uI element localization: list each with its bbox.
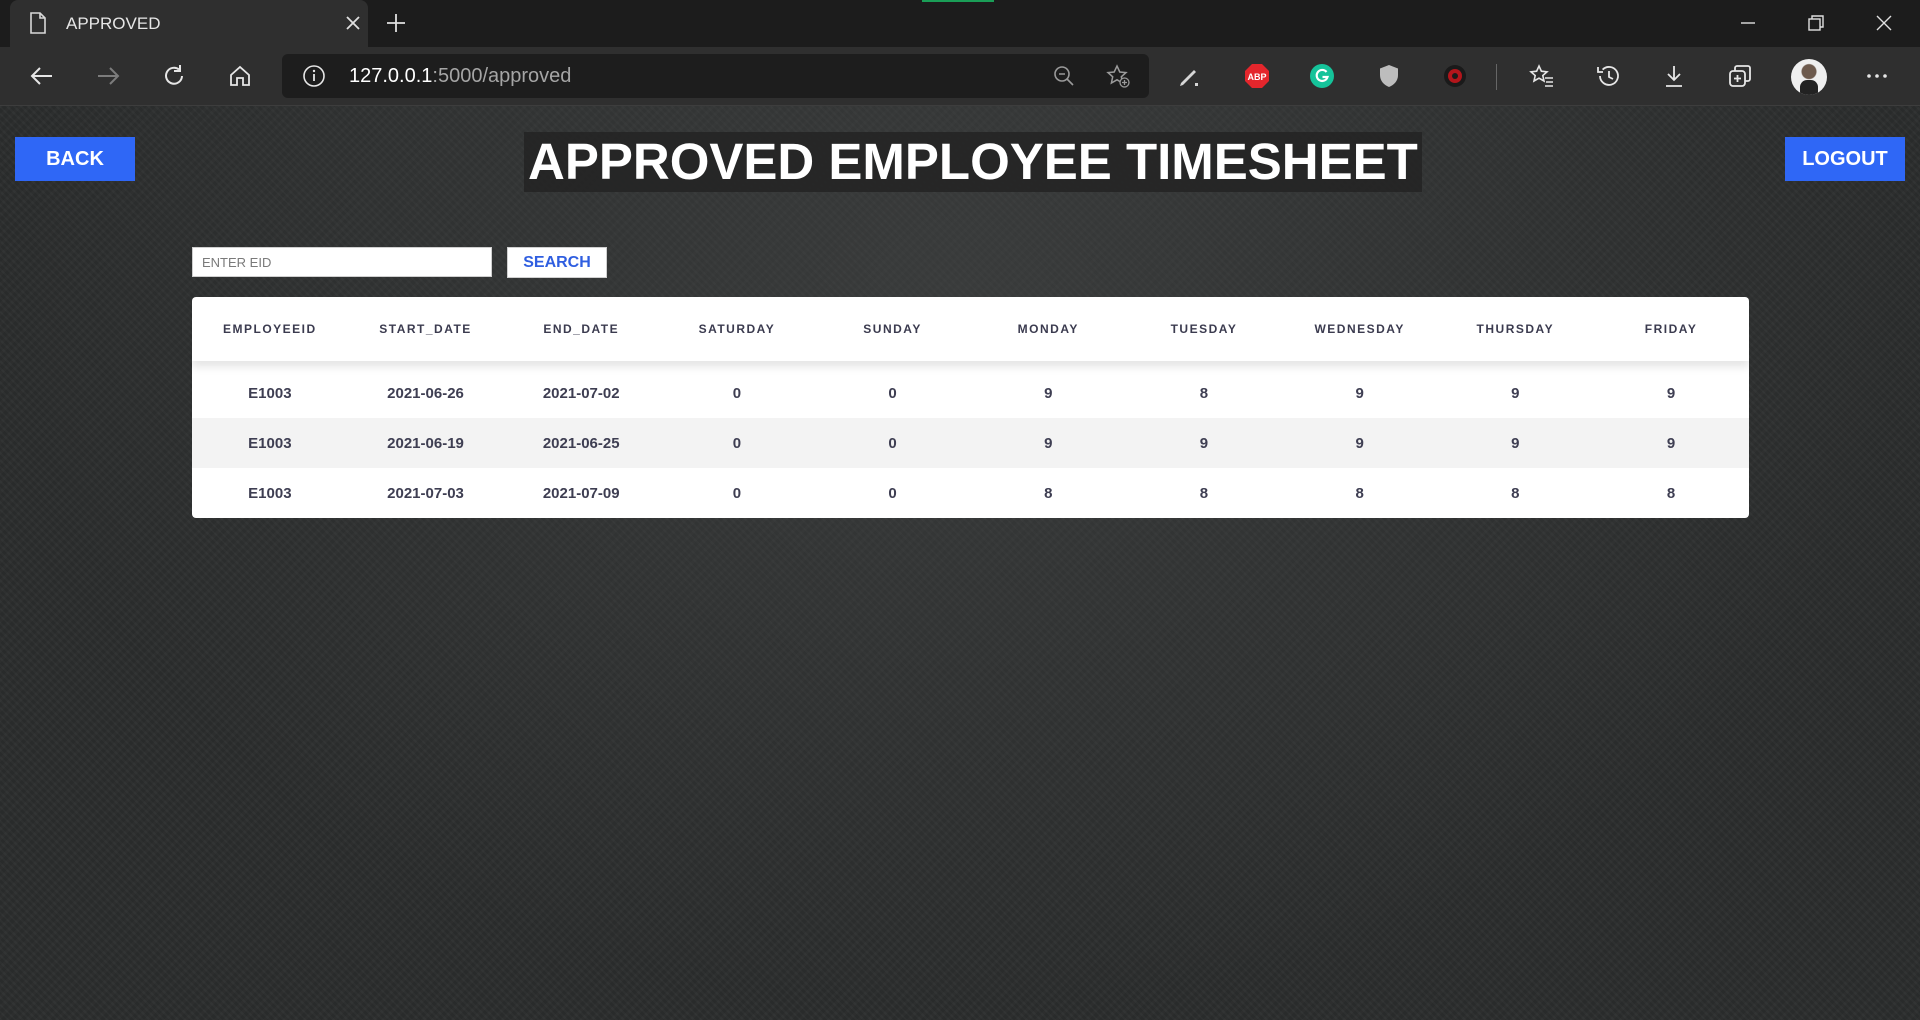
table-cell: 9 [1199, 434, 1209, 452]
table-cell: 9 [1355, 434, 1364, 452]
browser-toolbar: 127.0.0.1:5000/approved ABP [0, 47, 1920, 106]
close-tab-icon[interactable] [343, 13, 363, 33]
site-info-icon[interactable] [302, 64, 326, 88]
table-row: E1003 2021-07-03 2021-07-09 0 0 8 8 8 8 … [192, 468, 1749, 518]
toolbar-separator [1496, 64, 1497, 90]
table-cell: 9 [1044, 434, 1053, 452]
column-header: WEDNESDAY [1314, 322, 1405, 336]
restore-icon[interactable] [1804, 11, 1828, 35]
column-header: START_DATE [379, 322, 472, 336]
abp-icon[interactable]: ABP [1243, 62, 1271, 90]
table-cell: 0 [732, 384, 742, 402]
column-header: EMPLOYEEID [223, 322, 317, 336]
column-header: FRIDAY [1644, 322, 1698, 336]
tab-title: APPROVED [66, 14, 161, 33]
eid-search-input[interactable] [192, 247, 492, 277]
collections-icon[interactable] [1726, 62, 1754, 90]
table-cell: 8 [1355, 484, 1364, 502]
url-text: 127.0.0.1:5000/approved [349, 65, 572, 87]
table-cell: 8 [1666, 484, 1676, 502]
column-header: TUESDAY [1170, 322, 1238, 336]
table-cell: 8 [1044, 484, 1053, 502]
record-icon[interactable] [1441, 62, 1469, 90]
address-bar[interactable]: 127.0.0.1:5000/approved [282, 54, 1149, 98]
home-icon[interactable] [226, 62, 254, 90]
table-cell: 8 [1199, 384, 1209, 402]
favorites-icon[interactable] [1528, 62, 1556, 90]
column-header: SUNDAY [863, 322, 922, 336]
zoom-out-icon[interactable] [1052, 64, 1076, 88]
profile-avatar[interactable] [1791, 59, 1827, 95]
grammarly-icon[interactable] [1308, 62, 1336, 90]
pen-icon[interactable] [1175, 62, 1203, 90]
more-menu-icon[interactable] [1863, 62, 1891, 90]
table-cell: 8 [1511, 484, 1520, 502]
page-title: APPROVED EMPLOYEE TIMESHEET [524, 132, 1422, 192]
table-cell: 0 [732, 484, 742, 502]
search-button[interactable]: SEARCH [507, 247, 607, 278]
table-cell: E1003 [248, 384, 292, 402]
download-icon[interactable] [1660, 62, 1688, 90]
add-favorite-icon[interactable] [1105, 63, 1131, 89]
table-cell: 9 [1511, 434, 1520, 452]
table-cell: 2021-07-02 [542, 384, 620, 402]
refresh-icon[interactable] [160, 62, 188, 90]
table-cell: 9 [1511, 384, 1520, 402]
back-arrow-icon[interactable] [28, 62, 56, 90]
table-header-row: EMPLOYEEID START_DATE END_DATE SATURDAY … [192, 297, 1749, 361]
column-header: MONDAY [1017, 322, 1079, 336]
tab-strip-indicator [922, 0, 994, 2]
shield-icon[interactable] [1375, 62, 1403, 90]
table-cell: 9 [1666, 434, 1676, 452]
table-cell: 0 [888, 484, 897, 502]
browser-tab-strip: APPROVED [0, 0, 1920, 47]
table-row: E1003 2021-06-19 2021-06-25 0 0 9 9 9 9 … [192, 418, 1749, 468]
forward-arrow-icon[interactable] [94, 62, 122, 90]
table-cell: 2021-06-26 [387, 384, 464, 402]
svg-text:ABP: ABP [1247, 72, 1266, 82]
table-cell: 9 [1666, 384, 1676, 402]
table-cell: 0 [888, 384, 897, 402]
close-window-icon[interactable] [1872, 11, 1896, 35]
table-cell: E1003 [248, 434, 292, 452]
table-cell: 2021-07-09 [542, 484, 620, 502]
page-icon [30, 12, 46, 34]
table-cell: 2021-06-25 [542, 434, 620, 452]
back-button[interactable]: BACK [15, 137, 135, 181]
table-cell: 2021-07-03 [387, 484, 464, 502]
table-cell: E1003 [248, 484, 292, 502]
table-cell: 8 [1199, 484, 1209, 502]
timesheet-table: EMPLOYEEID START_DATE END_DATE SATURDAY … [192, 297, 1749, 518]
table-cell: 2021-06-19 [387, 434, 464, 452]
column-header: THURSDAY [1476, 322, 1555, 336]
minimize-icon[interactable] [1736, 11, 1760, 35]
table-cell: 0 [888, 434, 897, 452]
table-row: E1003 2021-06-26 2021-07-02 0 0 9 8 9 9 … [192, 361, 1749, 418]
browser-tab[interactable]: APPROVED [10, 0, 368, 47]
page-viewport: BACK APPROVED EMPLOYEE TIMESHEET LOGOUT … [0, 106, 1920, 1020]
column-header: END_DATE [543, 322, 620, 336]
table-cell: 9 [1355, 384, 1364, 402]
history-icon[interactable] [1594, 62, 1622, 90]
table-cell: 0 [732, 434, 742, 452]
new-tab-icon[interactable] [384, 11, 408, 35]
logout-button[interactable]: LOGOUT [1785, 137, 1905, 181]
column-header: SATURDAY [698, 322, 776, 336]
table-cell: 9 [1044, 384, 1053, 402]
